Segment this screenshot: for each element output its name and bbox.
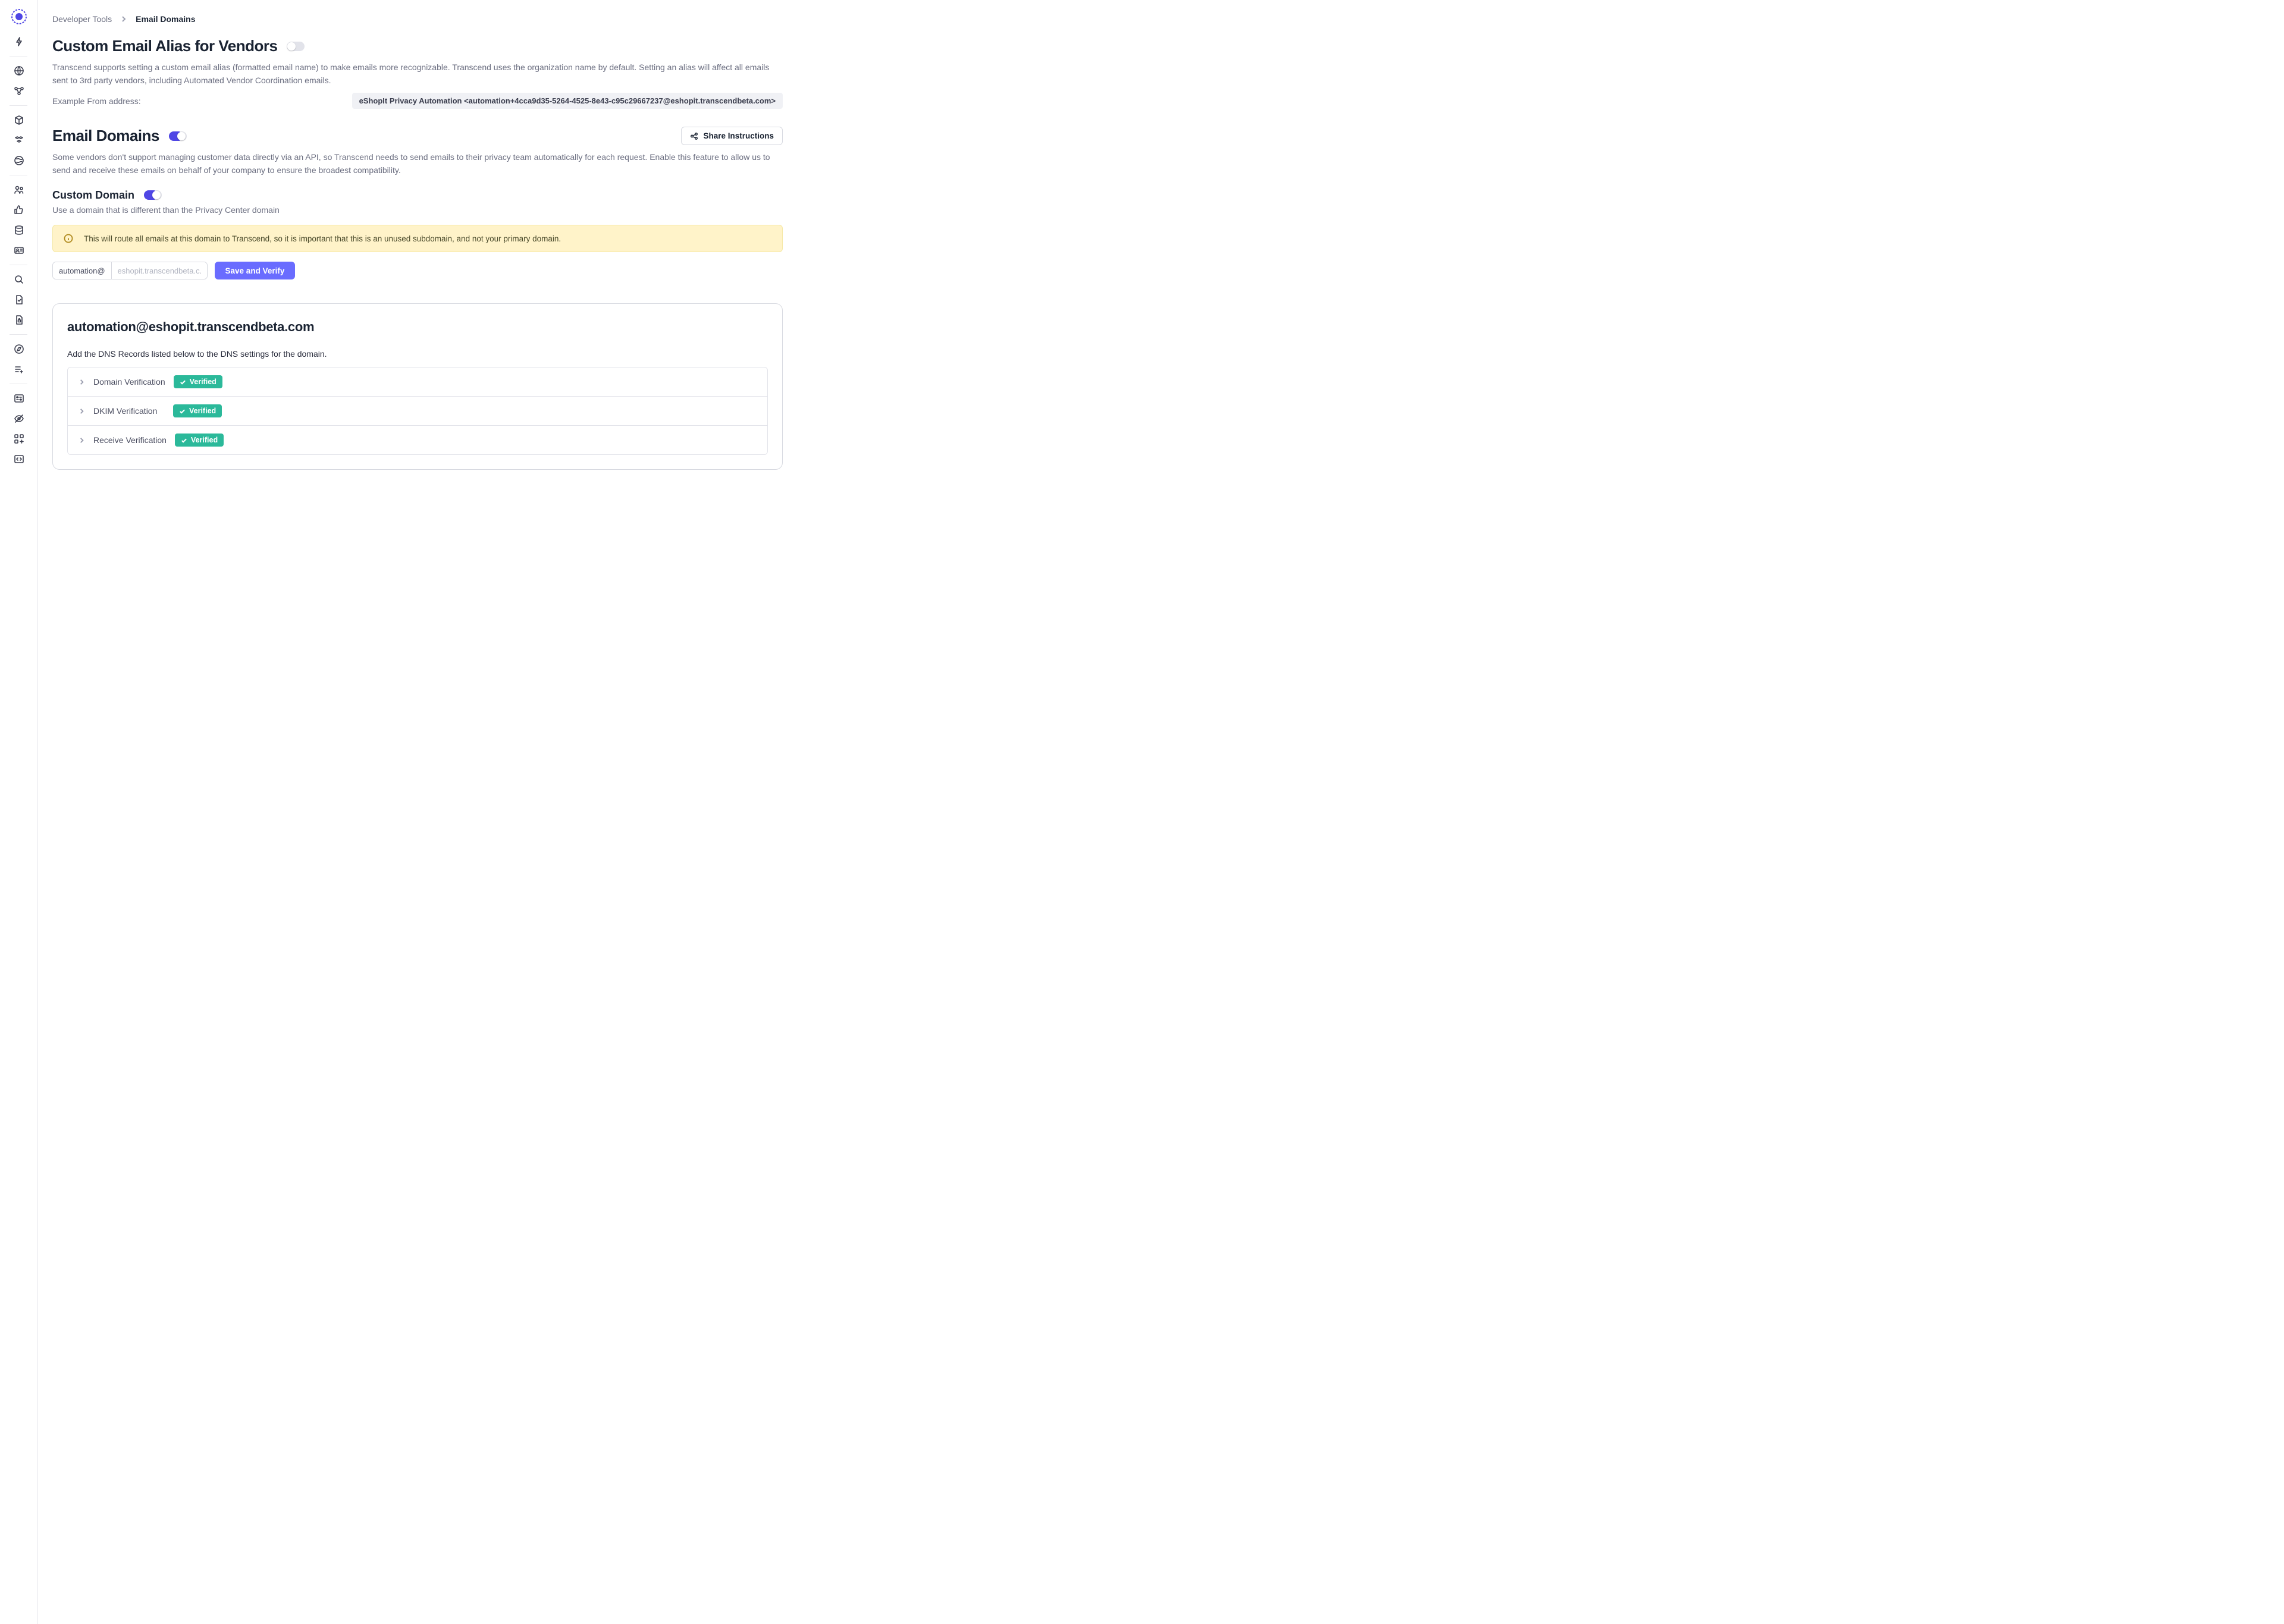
chevron-right-icon xyxy=(79,408,85,414)
status-text: Verified xyxy=(190,378,217,386)
section-email-alias: Custom Email Alias for Vendors Transcend… xyxy=(52,37,783,109)
nav-search-doc-icon[interactable] xyxy=(10,270,29,289)
chevron-right-icon xyxy=(120,15,127,23)
info-icon xyxy=(64,234,73,243)
check-icon xyxy=(180,379,186,385)
alias-description: Transcend supports setting a custom emai… xyxy=(52,61,783,87)
dns-card: automation@eshopit.transcendbeta.com Add… xyxy=(52,303,783,470)
nav-nodes-icon[interactable] xyxy=(10,81,29,100)
sidebar-divider xyxy=(10,334,27,335)
share-label: Share Instructions xyxy=(703,131,774,140)
example-from-label: Example From address: xyxy=(52,96,141,106)
nav-code-box-icon[interactable] xyxy=(10,450,29,469)
nav-grid-plus-icon[interactable] xyxy=(10,429,29,448)
dns-row-name: DKIM Verification xyxy=(93,406,165,416)
breadcrumb-parent[interactable]: Developer Tools xyxy=(52,14,112,24)
status-badge: Verified xyxy=(174,375,222,388)
chevron-right-icon xyxy=(79,437,85,444)
nav-server-db-icon[interactable] xyxy=(10,221,29,240)
domains-heading: Email Domains xyxy=(52,127,159,145)
status-text: Verified xyxy=(191,436,218,444)
dns-table: Domain VerificationVerifiedDKIM Verifica… xyxy=(67,367,768,455)
dns-row-name: Domain Verification xyxy=(93,377,165,387)
nav-eye-off-icon[interactable] xyxy=(10,409,29,428)
nav-earth-icon[interactable] xyxy=(10,151,29,170)
check-icon xyxy=(179,408,186,414)
custom-domain-heading: Custom Domain xyxy=(52,189,134,202)
nav-people-icon[interactable] xyxy=(10,180,29,199)
share-icon xyxy=(690,132,698,140)
nav-compass-icon[interactable] xyxy=(10,340,29,359)
custom-domain-toggle[interactable] xyxy=(144,190,162,200)
warning-text: This will route all emails at this domai… xyxy=(84,234,561,243)
domains-toggle[interactable] xyxy=(169,131,187,141)
breadcrumb: Developer Tools Email Domains xyxy=(52,14,783,24)
warning-banner: This will route all emails at this domai… xyxy=(52,225,783,252)
section-custom-domain: Custom Domain Use a domain that is diffe… xyxy=(52,189,783,280)
dns-row[interactable]: DKIM Verification Verified xyxy=(68,397,767,426)
nav-cube-icon[interactable] xyxy=(10,111,29,130)
status-badge: Verified xyxy=(175,434,224,447)
main-content: Developer Tools Email Domains Custom Ema… xyxy=(38,0,799,1624)
breadcrumb-current: Email Domains xyxy=(136,14,195,24)
nav-cubes-icon[interactable] xyxy=(10,131,29,150)
domain-prefix: automation@ xyxy=(53,262,112,279)
dns-instructions: Add the DNS Records listed below to the … xyxy=(67,349,768,359)
alias-toggle[interactable] xyxy=(287,42,305,51)
dns-row[interactable]: Domain Verification Verified xyxy=(68,367,767,397)
sidebar-divider xyxy=(10,105,27,106)
example-from-value: eShopIt Privacy Automation <automation+4… xyxy=(352,93,783,109)
dns-email: automation@eshopit.transcendbeta.com xyxy=(67,319,768,335)
save-and-verify-button[interactable]: Save and Verify xyxy=(215,262,296,279)
share-instructions-button[interactable]: Share Instructions xyxy=(681,127,783,145)
domains-description: Some vendors don't support managing cust… xyxy=(52,151,783,177)
nav-slider-panel-icon[interactable] xyxy=(10,389,29,408)
dns-row-name: Receive Verification xyxy=(93,435,167,445)
app-logo[interactable] xyxy=(11,8,27,25)
nav-id-card-icon[interactable] xyxy=(10,241,29,260)
dns-row[interactable]: Receive Verification Verified xyxy=(68,426,767,454)
section-email-domains: Email Domains Share Instructions Some ve… xyxy=(52,127,783,177)
alias-heading: Custom Email Alias for Vendors xyxy=(52,37,277,55)
nav-document-check-icon[interactable] xyxy=(10,290,29,309)
status-badge: Verified xyxy=(173,404,222,417)
domain-input[interactable] xyxy=(112,262,207,279)
nav-document-lock-icon[interactable] xyxy=(10,310,29,329)
nav-globe-network-icon[interactable] xyxy=(10,61,29,80)
nav-thumbs-up-icon[interactable] xyxy=(10,200,29,219)
nav-lightning-icon[interactable] xyxy=(10,32,29,51)
nav-list-plus-icon[interactable] xyxy=(10,360,29,379)
custom-domain-description: Use a domain that is different than the … xyxy=(52,204,783,217)
status-text: Verified xyxy=(189,407,216,415)
chevron-right-icon xyxy=(79,379,85,385)
check-icon xyxy=(181,437,187,444)
domain-input-group: automation@ xyxy=(52,262,208,279)
sidebar xyxy=(0,0,38,1624)
